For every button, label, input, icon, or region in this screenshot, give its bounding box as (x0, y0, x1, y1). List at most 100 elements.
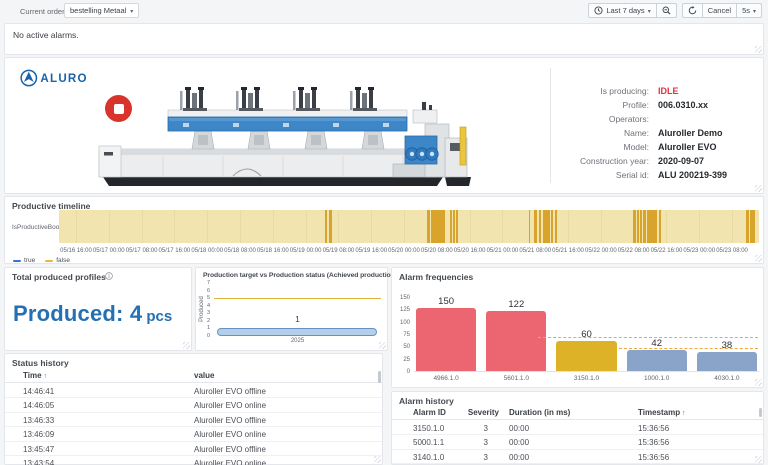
timeline-gridline (699, 210, 700, 243)
alarm-frequency-bar[interactable] (486, 311, 546, 371)
time-controls: Last 7 days Cancel 5s (588, 3, 762, 18)
bar-value-label: 1 (214, 314, 381, 324)
y-tick-label: 5 (200, 295, 210, 301)
panel-title: Status history (12, 358, 69, 368)
table-row: 5000.1.1300:0015:36:56 (392, 435, 763, 449)
aluro-logo: ALURO (19, 67, 101, 89)
magnifier-minus-icon (662, 6, 671, 15)
bar-slot: 122 (484, 296, 548, 371)
column-header-time[interactable]: Time (23, 371, 47, 380)
timeline-state-stripe (450, 210, 452, 243)
state-timeline-bar[interactable] (59, 210, 759, 243)
column-header-value[interactable]: value (194, 371, 214, 380)
y-tick-label: 4 (200, 303, 210, 309)
machine-info-label: Construction year: (557, 156, 649, 166)
threshold-dashed-line (619, 348, 758, 349)
chevron-down-icon (130, 6, 133, 15)
machine-info-row: Profile:006.0310.xx (557, 98, 759, 112)
info-icon[interactable] (105, 272, 113, 280)
timeline-tick-label: 05/21 00:00 (487, 248, 519, 254)
threshold-dashed-line (538, 337, 758, 338)
status-history-rows: 14:46:41Aluroller EVO offline14:46:05Alu… (5, 384, 382, 465)
legend-item-true[interactable]: true (13, 257, 35, 264)
y-tick-label: 0 (200, 333, 210, 339)
scrollbar[interactable] (759, 408, 762, 417)
y-tick-label: 50 (394, 344, 410, 350)
time-range-button[interactable]: Last 7 days (588, 3, 656, 18)
refresh-button[interactable] (682, 3, 703, 18)
column-header-duration[interactable]: Duration (in ms) (509, 408, 570, 417)
timeline-gridline (109, 210, 110, 243)
cell-alarm-id: 3140.1.0 (413, 453, 444, 462)
table-row: 13:46:09Aluroller EVO online (5, 427, 382, 441)
alarm-frequency-bar[interactable] (556, 341, 616, 371)
timeline-tick-label: 05/21 08:00 (519, 248, 551, 254)
divider (550, 68, 551, 183)
timeline-state-stripe (443, 210, 445, 243)
panel-title: Alarm history (399, 396, 454, 406)
refresh-group: Cancel 5s (682, 3, 762, 18)
refresh-interval-dropdown[interactable]: 5s (736, 3, 762, 18)
bar-slot: 60 (554, 296, 618, 371)
legend-label: false (56, 257, 70, 264)
timeline-tick-label: 05/21 16:00 (552, 248, 584, 254)
legend-item-false[interactable]: false (45, 257, 70, 264)
machine-info-row: Is producing:IDLE (557, 84, 759, 98)
bar-slot: 38 (695, 296, 759, 371)
timeline-gridline (174, 210, 175, 243)
cell-time: 13:45:47 (23, 445, 54, 454)
timeline-gridline (371, 210, 372, 243)
x-tick-label: 4966.1.0 (414, 375, 478, 382)
cell-value: Aluroller EVO online (194, 430, 266, 439)
bar-slot: 42 (625, 296, 689, 371)
timeline-state-stripe (746, 210, 748, 243)
timeline-state-stripe (329, 210, 331, 243)
column-header-alarm-id[interactable]: Alarm ID (413, 408, 446, 417)
active-alarms-panel: No active alarms. (4, 23, 764, 55)
timeline-state-stripe (643, 210, 647, 243)
timeline-state-stripe (637, 210, 639, 243)
production-target-panel: Production target vs Production status (… (195, 267, 388, 351)
legend-color-dash (45, 260, 53, 262)
x-tick-label: 1000.1.0 (625, 375, 689, 382)
production-bar[interactable] (217, 328, 377, 336)
x-tick-label: 4030.1.0 (695, 375, 759, 382)
timeline-gridline (240, 210, 241, 243)
alarm-frequency-bar[interactable] (416, 308, 476, 371)
y-tick-label: 1 (200, 325, 210, 331)
column-header-severity[interactable]: Severity (452, 408, 499, 417)
timeline-gridline (568, 210, 569, 243)
table-row: 14:46:41Aluroller EVO offline (5, 384, 382, 398)
machine-stopped-icon (105, 95, 132, 122)
machine-info-value: Aluroller EVO (658, 142, 717, 152)
scrollbar[interactable] (378, 371, 381, 383)
timeline-tick-label: 05/19 08:00 (323, 248, 355, 254)
timeline-gridline (404, 210, 405, 243)
timeline-state-stripe (633, 210, 636, 243)
timeline-tick-label: 05/17 00:00 (93, 248, 125, 254)
produced-value: Produced: 4 (13, 301, 142, 326)
timeline-tick-label: 05/19 16:00 (355, 248, 387, 254)
machine-info-label: Model: (557, 142, 649, 152)
cell-timestamp: 15:36:56 (638, 424, 669, 433)
alarm-history-panel: Alarm history Alarm ID Severity Duration… (391, 391, 764, 465)
zoom-out-button[interactable] (656, 3, 677, 18)
machine-info-row: Name:Aluroller Demo (557, 126, 759, 140)
y-tick-label: 100 (394, 320, 410, 326)
bar-slot: 150 (414, 296, 478, 371)
cell-severity: 3 (452, 453, 488, 462)
timeline-tick-label: 05/23 08:00 (716, 248, 748, 254)
timeline-tick-label: 05/20 08:00 (421, 248, 453, 254)
timeline-tick-label: 05/22 00:00 (585, 248, 617, 254)
timeline-gridline (306, 210, 307, 243)
panel-title: Alarm frequencies (399, 272, 473, 282)
current-order-dropdown[interactable]: bestelling Metaal (64, 3, 139, 18)
column-header-timestamp[interactable]: Timestamp (638, 408, 686, 417)
machine-info-label: Name: (557, 128, 649, 138)
cancel-button[interactable]: Cancel (702, 3, 737, 18)
alarm-frequency-bar[interactable] (627, 350, 687, 371)
alarm-frequency-bar[interactable] (697, 352, 757, 371)
timeline-legend: true false (13, 257, 70, 264)
no-active-alarms-text: No active alarms. (13, 30, 79, 40)
alarm-frequencies-panel: Alarm frequencies 0255075100125150 15012… (391, 267, 764, 388)
